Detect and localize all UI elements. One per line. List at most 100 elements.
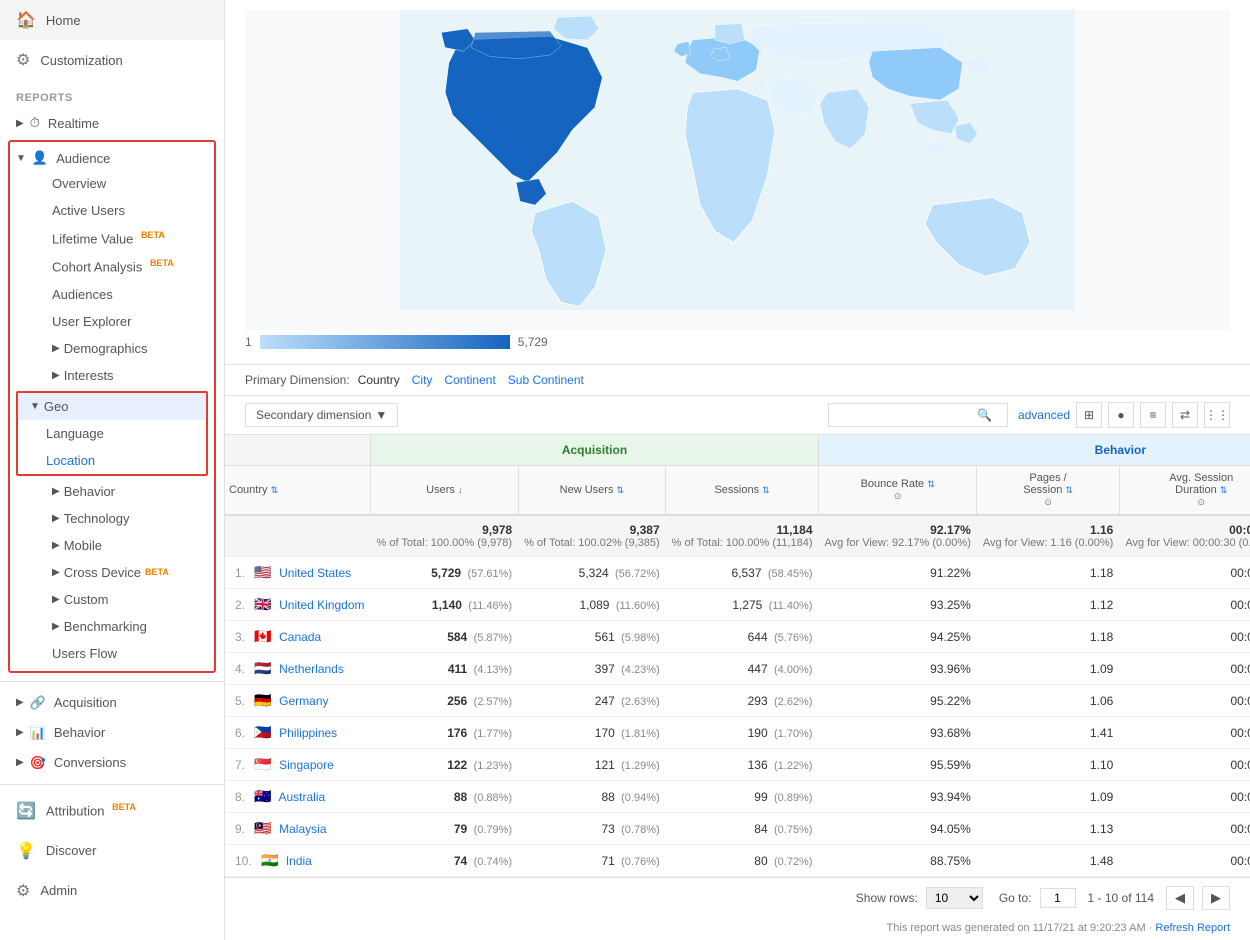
cell-users: 88 (0.88%) — [371, 781, 519, 813]
row-num: 4. — [235, 662, 245, 676]
show-rows-select[interactable]: 10 25 50 100 500 1000 5000 — [926, 887, 983, 909]
sidebar-item-conversions[interactable]: ▶ 🎯 Conversions — [0, 748, 224, 778]
table-row: 10. 🇮🇳 India 74 (0.74%) 71 (0.76%) 80 (0… — [225, 845, 1250, 877]
country-link[interactable]: Philippines — [279, 726, 337, 740]
cell-users: 176 (1.77%) — [371, 717, 519, 749]
sidebar-attribution-label: Attribution BETA — [46, 802, 136, 818]
th-users[interactable]: Users ↓ — [371, 466, 519, 516]
country-link[interactable]: Germany — [279, 694, 328, 708]
cell-sessions: 1,275 (11.40%) — [666, 589, 819, 621]
refresh-report-link[interactable]: Refresh Report — [1155, 922, 1230, 934]
report-generated: This report was generated on 11/17/21 at… — [225, 918, 1250, 940]
map-range-start: 1 — [245, 335, 252, 349]
sidebar-item-users-flow[interactable]: Users Flow — [16, 640, 208, 667]
cell-avg-session: 00:00:15 — [1119, 653, 1250, 685]
country-link[interactable]: Canada — [279, 630, 321, 644]
sidebar-item-interests[interactable]: ▶Interests — [16, 362, 208, 389]
main-content: 1 5,729 Primary Dimension: Country City … — [225, 0, 1250, 940]
flag-icon: 🇲🇾 — [254, 820, 271, 836]
map-section: 1 5,729 — [225, 0, 1250, 365]
th-acquisition-group: Acquisition — [371, 435, 819, 466]
acq-chevron-icon: ▶ — [16, 697, 24, 708]
country-link[interactable]: India — [286, 854, 312, 868]
advanced-link[interactable]: advanced — [1018, 408, 1070, 422]
sidebar-item-mobile[interactable]: ▶Mobile — [16, 532, 208, 559]
country-link[interactable]: United Kingdom — [279, 598, 364, 612]
th-country[interactable]: Country ⇅ — [225, 466, 371, 516]
behavior-icon: 📊 — [30, 725, 46, 741]
report-generated-text: This report was generated on 11/17/21 at… — [887, 922, 1156, 934]
search-input[interactable] — [837, 408, 977, 422]
sidebar-item-attribution[interactable]: 🔄 Attribution BETA — [0, 791, 224, 831]
cell-avg-session: 00:00:34 — [1119, 557, 1250, 589]
sidebar-item-behavior-main[interactable]: ▶ 📊 Behavior — [0, 718, 224, 748]
country-link[interactable]: Australia — [278, 790, 325, 804]
sidebar-item-user-explorer[interactable]: User Explorer — [16, 308, 208, 335]
sidebar-item-technology[interactable]: ▶Technology — [16, 505, 208, 532]
cell-new-users: 73 (0.78%) — [518, 813, 666, 845]
cell-country: 1. 🇺🇸 United States — [225, 557, 371, 589]
th-pages-session[interactable]: Pages /Session ⇅ ⊙ — [977, 466, 1119, 516]
sidebar-item-discover[interactable]: 💡 Discover — [0, 831, 224, 871]
sidebar-item-home[interactable]: 🏠 Home — [0, 0, 224, 40]
search-icon[interactable]: 🔍 — [977, 408, 992, 422]
th-new-users[interactable]: New Users ⇅ — [518, 466, 666, 516]
sidebar-item-customization[interactable]: ⚙ Customization — [0, 40, 224, 80]
totals-label — [225, 515, 371, 557]
new-users-label: New Users — [560, 484, 614, 496]
sidebar-item-custom[interactable]: ▶Custom — [16, 586, 208, 613]
cell-country: 4. 🇳🇱 Netherlands — [225, 653, 371, 685]
cell-sessions: 293 (2.62%) — [666, 685, 819, 717]
compare-button[interactable]: ⇄ — [1172, 402, 1198, 428]
grid-view-button[interactable]: ⊞ — [1076, 402, 1102, 428]
chevron-down-icon: ▼ — [16, 153, 26, 164]
pie-view-button[interactable]: ● — [1108, 402, 1134, 428]
sidebar-item-acquisition[interactable]: ▶ 🔗 Acquisition — [0, 688, 224, 718]
sidebar-item-demographics[interactable]: ▶Demographics — [16, 335, 208, 362]
th-sessions[interactable]: Sessions ⇅ — [666, 466, 819, 516]
tab-city[interactable]: City — [412, 373, 433, 387]
sidebar-item-overview[interactable]: Overview — [16, 170, 208, 197]
sidebar-item-behavior[interactable]: ▶Behavior — [16, 478, 208, 505]
cell-pages: 1.06 — [977, 685, 1119, 717]
country-link[interactable]: Netherlands — [279, 662, 344, 676]
cell-pages: 1.41 — [977, 717, 1119, 749]
flag-icon: 🇨🇦 — [254, 628, 271, 644]
sidebar-item-cohort-analysis[interactable]: Cohort Analysis BETA — [16, 252, 208, 280]
tab-sub-continent[interactable]: Sub Continent — [508, 373, 584, 387]
data-table-container: Acquisition Behavior Conversions Country… — [225, 435, 1250, 940]
tab-country[interactable]: Country — [358, 373, 400, 387]
goto-input[interactable] — [1040, 888, 1076, 908]
prev-page-button[interactable]: ◀ — [1166, 886, 1194, 910]
country-link[interactable]: United States — [279, 566, 351, 580]
sidebar-item-cross-device[interactable]: ▶Cross Device BETA — [16, 559, 208, 586]
country-link[interactable]: Singapore — [279, 758, 334, 772]
cell-bounce: 93.68% — [819, 717, 977, 749]
sidebar-item-benchmarking[interactable]: ▶Benchmarking — [16, 613, 208, 640]
sidebar-item-realtime[interactable]: ▶ ⏱ Realtime — [0, 108, 224, 138]
next-page-button[interactable]: ▶ — [1202, 886, 1230, 910]
th-bounce-rate[interactable]: Bounce Rate ⇅ ⊙ — [819, 466, 977, 516]
country-link[interactable]: Malaysia — [279, 822, 326, 836]
sidebar-item-lifetime-value[interactable]: Lifetime Value BETA — [16, 224, 208, 252]
world-map — [245, 10, 1230, 330]
sidebar-item-active-users[interactable]: Active Users — [16, 197, 208, 224]
totals-new-users: 9,387 % of Total: 100.02% (9,385) — [518, 515, 666, 557]
sidebar-item-audience[interactable]: ▼ 👤 Audience — [16, 146, 208, 170]
sidebar-item-audiences[interactable]: Audiences — [16, 281, 208, 308]
bar-view-button[interactable]: ≡ — [1140, 402, 1166, 428]
sidebar-item-location[interactable]: Location — [18, 447, 206, 474]
sidebar-item-admin[interactable]: ⚙ Admin — [0, 871, 224, 911]
secondary-dimension-button[interactable]: Secondary dimension ▼ — [245, 403, 398, 427]
th-avg-session[interactable]: Avg. SessionDuration ⇅ ⊙ — [1119, 466, 1250, 516]
users-label: Users — [426, 484, 455, 496]
totals-sessions: 11,184 % of Total: 100.00% (11,184) — [666, 515, 819, 557]
sidebar-item-geo[interactable]: ▼Geo — [18, 393, 206, 420]
bounce-info: ⊙ — [894, 491, 902, 501]
options-button[interactable]: ⋮⋮ — [1204, 402, 1230, 428]
sidebar-item-language[interactable]: Language — [18, 420, 206, 447]
beh-chevron-icon: ▶ — [16, 727, 24, 738]
sidebar-behavior-label: Behavior — [54, 725, 105, 740]
tab-continent[interactable]: Continent — [444, 373, 495, 387]
sidebar-admin-label: Admin — [40, 883, 77, 898]
